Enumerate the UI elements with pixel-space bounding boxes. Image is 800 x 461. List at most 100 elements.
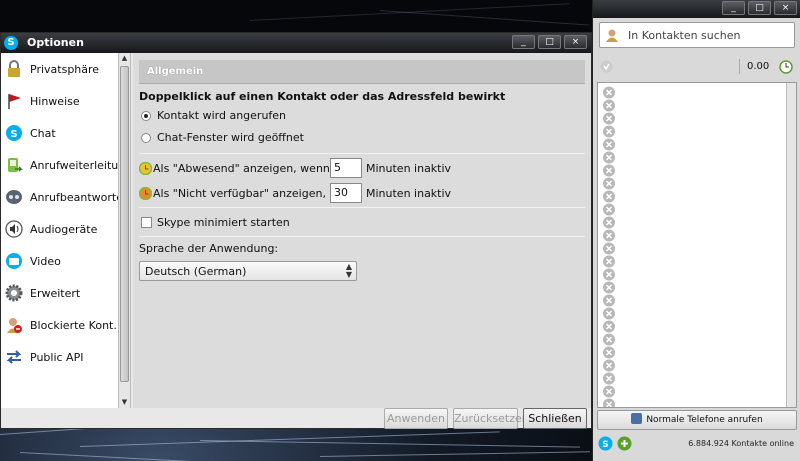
away-status-icon [139,162,152,175]
call-phones-button[interactable]: Normale Telefone anrufen [597,410,797,430]
close-button[interactable]: Schließen [523,408,587,429]
contact-offline-status-icon[interactable] [602,164,616,177]
contact-offline-status-icon[interactable] [602,359,616,372]
contact-offline-status-icon[interactable] [602,281,616,294]
status-icon[interactable] [600,60,613,73]
radio-chat-label[interactable]: Chat-Fenster wird geöffnet [157,131,304,144]
window-title: Optionen [27,36,84,49]
contact-offline-status-icon[interactable] [602,398,616,408]
contact-offline-status-icon[interactable] [602,125,616,138]
credit-balance[interactable]: 0.00 [747,61,769,72]
skype-status-bar: S 6.884.924 Kontakte online [593,433,800,455]
contact-offline-status-icon[interactable] [602,229,616,242]
close-window-button[interactable]: × [774,1,797,15]
sidebar-item-label: Anrufbeantworter [30,190,119,204]
sidebar-item-call-forwarding[interactable]: Anrufweiterleitung [1,151,119,179]
language-label: Sprache der Anwendung: [139,242,279,255]
contact-offline-status-icon[interactable] [602,190,616,203]
not-available-suffix: Minuten inaktiv [366,187,452,200]
language-value: Deutsch (German) [145,265,247,278]
contact-search-input[interactable]: In Kontakten suchen [599,22,795,48]
sidebar-item-chat[interactable]: S Chat [1,119,119,147]
sidebar-item-voicemail[interactable]: Anrufbeantworter [1,183,119,211]
section-header: Allgemein [139,60,585,84]
contact-offline-status-icon[interactable] [602,203,616,216]
chat-icon: S [4,123,24,143]
options-titlebar[interactable]: S Optionen _ □ × [1,33,591,53]
divider [739,59,740,74]
contact-offline-status-icon[interactable] [602,86,616,99]
call-phones-label: Normale Telefone anrufen [646,415,763,425]
sidebar-item-label: Hinweise [30,94,80,108]
contact-offline-status-icon[interactable] [602,385,616,398]
options-sidebar: Privatsphäre Hinweise S Chat Anrufweiter… [1,53,131,408]
contact-offline-status-icon[interactable] [602,294,616,307]
sidebar-item-notifications[interactable]: Hinweise [1,87,119,115]
online-count: 6.884.924 Kontakte online [688,439,794,448]
blocked-contact-icon [4,315,24,335]
contact-offline-status-icon[interactable] [602,151,616,164]
voicemail-icon [4,187,24,207]
sidebar-item-advanced[interactable]: Erweitert [1,279,119,307]
sidebar-item-label: Audiogeräte [30,222,98,236]
contact-offline-status-icon[interactable] [602,320,616,333]
contact-offline-status-icon[interactable] [602,333,616,346]
sidebar-item-video[interactable]: Video [1,247,119,275]
contact-list-scrollbar[interactable] [786,83,796,407]
skype-status-logo-icon[interactable]: S [598,436,613,451]
history-clock-icon[interactable] [779,60,793,74]
skype-logo-icon: S [4,36,18,50]
contact-offline-status-icon[interactable] [602,112,616,125]
add-contact-icon [606,29,618,42]
contact-offline-status-icon[interactable] [602,177,616,190]
contact-offline-status-icon[interactable] [602,255,616,268]
scrollbar-thumb[interactable] [120,66,129,382]
skype-titlebar[interactable]: _ □ × [593,0,800,18]
contact-offline-status-icon[interactable] [602,307,616,320]
not-available-status-icon [139,187,152,200]
maximize-button[interactable]: □ [538,35,561,49]
sidebar-item-label: Public API [30,350,84,364]
start-minimized-label[interactable]: Skype minimiert starten [157,216,290,229]
sidebar-item-privacy[interactable]: Privatsphäre [1,55,119,83]
not-available-minutes-input[interactable]: 30 [330,183,362,203]
divider [139,207,585,208]
sidebar-scrollbar[interactable]: ▲ ▼ [118,53,130,408]
maximize-button[interactable]: □ [748,1,771,15]
contact-offline-status-icon[interactable] [602,268,616,281]
radio-call-label[interactable]: Kontakt wird angerufen [157,109,286,122]
away-minutes-input[interactable]: 5 [330,158,362,178]
section-title: Allgemein [147,66,204,77]
minimize-button[interactable]: _ [512,35,535,49]
start-minimized-checkbox[interactable] [141,217,152,228]
contact-offline-status-icon[interactable] [602,138,616,151]
padlock-icon [4,59,24,79]
radio-call-contact[interactable] [141,111,151,121]
contact-offline-status-icon[interactable] [602,372,616,385]
contact-list [597,82,797,408]
sidebar-item-label: Chat [30,126,56,140]
sidebar-item-blocked-contacts[interactable]: Blockierte Kont... [1,311,119,339]
close-window-button[interactable]: × [564,35,587,49]
minimize-button[interactable]: _ [722,1,745,15]
sidebar-item-label: Anrufweiterleitung [30,158,119,172]
add-contact-plus-icon[interactable] [617,436,632,451]
video-icon [4,251,24,271]
reset-button[interactable]: Zurücksetzen [453,408,529,429]
contact-offline-status-icon[interactable] [602,242,616,255]
contact-offline-status-icon[interactable] [602,216,616,229]
sidebar-item-audio-devices[interactable]: Audiogeräte [1,215,119,243]
sidebar-item-public-api[interactable]: Public API [1,343,119,371]
sidebar-item-label: Blockierte Kont... [30,318,119,332]
apply-button[interactable]: Anwenden [384,408,448,429]
phone-icon [631,413,643,424]
call-forwarding-icon [4,155,24,175]
search-placeholder: In Kontakten suchen [628,29,741,42]
contact-offline-status-icon[interactable] [602,346,616,359]
scroll-up-arrow-icon[interactable]: ▲ [119,53,130,64]
sidebar-item-label: Erweitert [30,286,81,300]
api-arrows-icon [4,347,24,367]
contact-offline-status-icon[interactable] [602,99,616,112]
language-select[interactable]: Deutsch (German) ▲ ▼ [139,261,357,281]
radio-open-chat[interactable] [141,133,151,143]
